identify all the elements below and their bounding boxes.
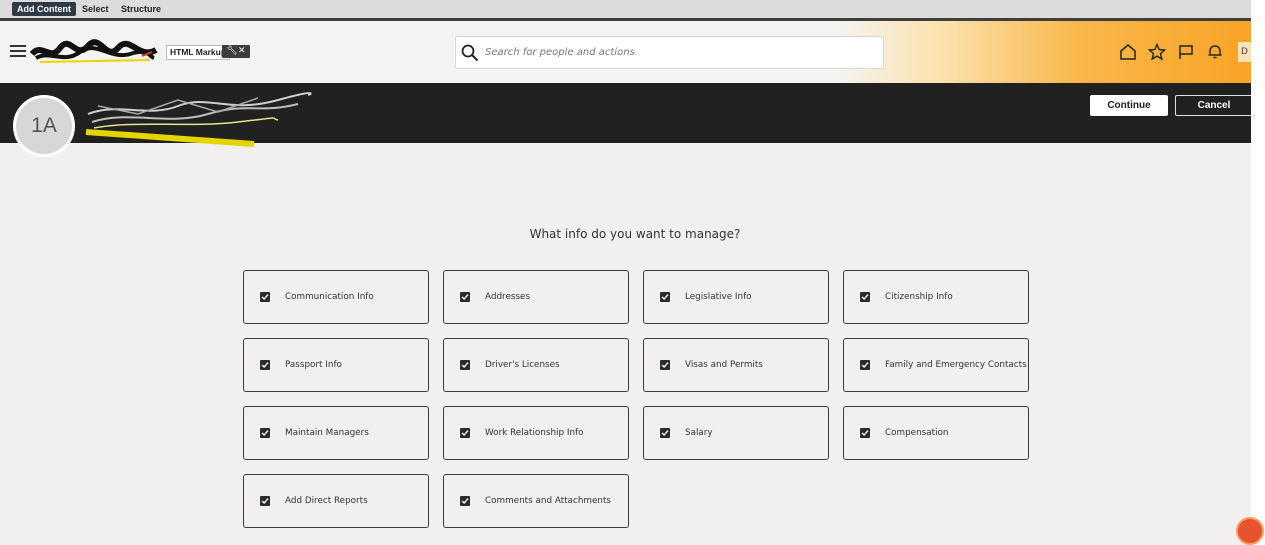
menu-icon[interactable]: [10, 45, 26, 60]
checkbox[interactable]: [460, 360, 470, 370]
checkbox[interactable]: [260, 360, 270, 370]
option-label: Citizenship Info: [885, 292, 953, 302]
checkbox[interactable]: [660, 292, 670, 302]
option-label: Compensation: [885, 428, 949, 438]
option-card[interactable]: Work Relationship Info: [443, 406, 629, 460]
tab-add-content[interactable]: Add Content: [12, 2, 76, 16]
global-header: HTML Markup 🔧︎✕ Search for people and ac…: [0, 21, 1251, 83]
editor-toolbar: Add Content Select Structure: [0, 0, 1251, 21]
search-box[interactable]: Search for people and actions: [455, 36, 884, 69]
option-label: Add Direct Reports: [285, 496, 368, 506]
checkbox[interactable]: [260, 292, 270, 302]
home-icon[interactable]: [1118, 42, 1138, 62]
checkmark-icon: [661, 362, 669, 369]
option-label: Comments and Attachments: [485, 496, 611, 506]
search-input[interactable]: Search for people and actions: [485, 37, 635, 68]
close-icon[interactable]: ✕: [238, 46, 246, 56]
redacted-logo: [30, 39, 158, 63]
checkbox[interactable]: [460, 496, 470, 506]
tab-structure[interactable]: Structure: [116, 2, 166, 16]
option-card[interactable]: Legislative Info: [643, 270, 829, 324]
option-label: Maintain Managers: [285, 428, 369, 438]
option-card[interactable]: Add Direct Reports: [243, 474, 429, 528]
option-label: Family and Emergency Contacts: [885, 360, 1027, 370]
checkmark-icon: [861, 430, 869, 437]
checkmark-icon: [661, 294, 669, 301]
checkbox[interactable]: [860, 292, 870, 302]
checkbox[interactable]: [260, 496, 270, 506]
checkbox[interactable]: [660, 428, 670, 438]
option-card[interactable]: Visas and Permits: [643, 338, 829, 392]
checkmark-icon: [261, 430, 269, 437]
help-launcher-icon[interactable]: [1236, 517, 1264, 545]
option-card[interactable]: Salary: [643, 406, 829, 460]
option-label: Addresses: [485, 292, 531, 302]
checkmark-icon: [461, 362, 469, 369]
checkmark-icon: [861, 362, 869, 369]
flag-icon[interactable]: [1176, 42, 1196, 62]
option-label: Driver's Licenses: [485, 360, 560, 370]
checkbox[interactable]: [460, 292, 470, 302]
option-label: Communication Info: [285, 292, 374, 302]
checkbox[interactable]: [260, 428, 270, 438]
option-card[interactable]: Compensation: [843, 406, 1029, 460]
checkmark-icon: [261, 362, 269, 369]
option-card[interactable]: Communication Info: [243, 270, 429, 324]
option-label: Work Relationship Info: [485, 428, 584, 438]
html-markup-label[interactable]: HTML Markup: [166, 45, 231, 60]
option-card[interactable]: Family and Emergency Contacts: [843, 338, 1029, 392]
option-label: Passport Info: [285, 360, 342, 370]
checkmark-icon: [461, 294, 469, 301]
user-menu[interactable]: D: [1238, 42, 1251, 62]
avatar: 1A: [13, 95, 75, 157]
option-label: Legislative Info: [685, 292, 752, 302]
wrench-icon[interactable]: 🔧︎: [227, 46, 238, 56]
checkmark-icon: [461, 430, 469, 437]
option-card[interactable]: Addresses: [443, 270, 629, 324]
checkmark-icon: [661, 430, 669, 437]
checkmark-icon: [461, 498, 469, 505]
continue-button[interactable]: Continue: [1090, 95, 1168, 116]
checkmark-icon: [861, 294, 869, 301]
option-label: Salary: [685, 428, 713, 438]
option-card[interactable]: Comments and Attachments: [443, 474, 629, 528]
checkbox[interactable]: [860, 360, 870, 370]
checkbox[interactable]: [460, 428, 470, 438]
page-question: What info do you want to manage?: [529, 227, 741, 241]
markup-tools[interactable]: 🔧︎✕: [222, 45, 250, 58]
window-edge: [1251, 0, 1265, 545]
option-card[interactable]: Driver's Licenses: [443, 338, 629, 392]
search-icon: [461, 44, 479, 62]
checkbox[interactable]: [860, 428, 870, 438]
option-card[interactable]: Citizenship Info: [843, 270, 1029, 324]
star-icon[interactable]: [1147, 42, 1167, 62]
tab-select[interactable]: Select: [77, 2, 114, 16]
redacted-person-name: [85, 91, 312, 147]
option-card[interactable]: Passport Info: [243, 338, 429, 392]
bell-icon[interactable]: [1205, 42, 1225, 62]
option-card[interactable]: Maintain Managers: [243, 406, 429, 460]
cancel-button[interactable]: Cancel: [1175, 95, 1253, 116]
option-label: Visas and Permits: [685, 360, 763, 370]
checkbox[interactable]: [660, 360, 670, 370]
checkmark-icon: [261, 294, 269, 301]
checkmark-icon: [261, 498, 269, 505]
